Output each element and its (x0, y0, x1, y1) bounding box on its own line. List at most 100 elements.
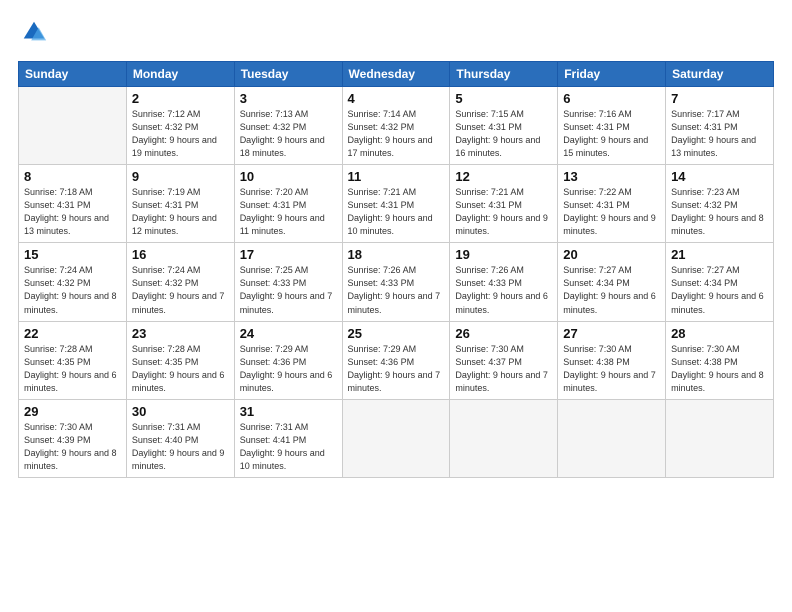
day-number: 16 (132, 247, 229, 262)
calendar-cell: 4 Sunrise: 7:14 AMSunset: 4:32 PMDayligh… (342, 87, 450, 165)
day-number: 12 (455, 169, 552, 184)
day-info: Sunrise: 7:18 AMSunset: 4:31 PMDaylight:… (24, 186, 121, 238)
calendar-cell: 29 Sunrise: 7:30 AMSunset: 4:39 PMDaylig… (19, 399, 127, 477)
logo-icon (20, 18, 48, 46)
day-info: Sunrise: 7:22 AMSunset: 4:31 PMDaylight:… (563, 186, 660, 238)
calendar-cell: 26 Sunrise: 7:30 AMSunset: 4:37 PMDaylig… (450, 321, 558, 399)
calendar-cell: 19 Sunrise: 7:26 AMSunset: 4:33 PMDaylig… (450, 243, 558, 321)
weekday-header-thursday: Thursday (450, 62, 558, 87)
page: SundayMondayTuesdayWednesdayThursdayFrid… (0, 0, 792, 612)
day-number: 4 (348, 91, 445, 106)
day-info: Sunrise: 7:17 AMSunset: 4:31 PMDaylight:… (671, 108, 768, 160)
day-info: Sunrise: 7:21 AMSunset: 4:31 PMDaylight:… (455, 186, 552, 238)
calendar-cell: 25 Sunrise: 7:29 AMSunset: 4:36 PMDaylig… (342, 321, 450, 399)
calendar-cell: 21 Sunrise: 7:27 AMSunset: 4:34 PMDaylig… (666, 243, 774, 321)
day-info: Sunrise: 7:31 AMSunset: 4:41 PMDaylight:… (240, 421, 337, 473)
day-info: Sunrise: 7:12 AMSunset: 4:32 PMDaylight:… (132, 108, 229, 160)
weekday-header-monday: Monday (126, 62, 234, 87)
weekday-header-saturday: Saturday (666, 62, 774, 87)
calendar-cell: 23 Sunrise: 7:28 AMSunset: 4:35 PMDaylig… (126, 321, 234, 399)
day-info: Sunrise: 7:24 AMSunset: 4:32 PMDaylight:… (24, 264, 121, 316)
calendar-cell: 17 Sunrise: 7:25 AMSunset: 4:33 PMDaylig… (234, 243, 342, 321)
day-info: Sunrise: 7:28 AMSunset: 4:35 PMDaylight:… (132, 343, 229, 395)
day-number: 3 (240, 91, 337, 106)
calendar-cell: 27 Sunrise: 7:30 AMSunset: 4:38 PMDaylig… (558, 321, 666, 399)
day-info: Sunrise: 7:14 AMSunset: 4:32 PMDaylight:… (348, 108, 445, 160)
calendar-week-row: 22 Sunrise: 7:28 AMSunset: 4:35 PMDaylig… (19, 321, 774, 399)
day-number: 17 (240, 247, 337, 262)
calendar-cell-empty (19, 87, 127, 165)
weekday-header-friday: Friday (558, 62, 666, 87)
calendar-cell-empty (558, 399, 666, 477)
calendar-cell: 13 Sunrise: 7:22 AMSunset: 4:31 PMDaylig… (558, 165, 666, 243)
day-info: Sunrise: 7:28 AMSunset: 4:35 PMDaylight:… (24, 343, 121, 395)
calendar-cell: 5 Sunrise: 7:15 AMSunset: 4:31 PMDayligh… (450, 87, 558, 165)
calendar-cell: 14 Sunrise: 7:23 AMSunset: 4:32 PMDaylig… (666, 165, 774, 243)
day-info: Sunrise: 7:29 AMSunset: 4:36 PMDaylight:… (240, 343, 337, 395)
day-info: Sunrise: 7:31 AMSunset: 4:40 PMDaylight:… (132, 421, 229, 473)
day-number: 28 (671, 326, 768, 341)
day-number: 5 (455, 91, 552, 106)
day-number: 13 (563, 169, 660, 184)
day-info: Sunrise: 7:30 AMSunset: 4:39 PMDaylight:… (24, 421, 121, 473)
day-number: 26 (455, 326, 552, 341)
calendar-cell-empty (666, 399, 774, 477)
day-info: Sunrise: 7:26 AMSunset: 4:33 PMDaylight:… (455, 264, 552, 316)
day-info: Sunrise: 7:24 AMSunset: 4:32 PMDaylight:… (132, 264, 229, 316)
calendar-cell: 10 Sunrise: 7:20 AMSunset: 4:31 PMDaylig… (234, 165, 342, 243)
day-number: 30 (132, 404, 229, 419)
day-info: Sunrise: 7:29 AMSunset: 4:36 PMDaylight:… (348, 343, 445, 395)
day-info: Sunrise: 7:23 AMSunset: 4:32 PMDaylight:… (671, 186, 768, 238)
calendar-cell: 24 Sunrise: 7:29 AMSunset: 4:36 PMDaylig… (234, 321, 342, 399)
day-info: Sunrise: 7:30 AMSunset: 4:38 PMDaylight:… (671, 343, 768, 395)
calendar-cell-empty (450, 399, 558, 477)
day-number: 18 (348, 247, 445, 262)
calendar-cell: 16 Sunrise: 7:24 AMSunset: 4:32 PMDaylig… (126, 243, 234, 321)
calendar-cell: 30 Sunrise: 7:31 AMSunset: 4:40 PMDaylig… (126, 399, 234, 477)
calendar-week-row: 15 Sunrise: 7:24 AMSunset: 4:32 PMDaylig… (19, 243, 774, 321)
day-number: 10 (240, 169, 337, 184)
calendar-week-row: 8 Sunrise: 7:18 AMSunset: 4:31 PMDayligh… (19, 165, 774, 243)
day-number: 15 (24, 247, 121, 262)
day-number: 23 (132, 326, 229, 341)
day-info: Sunrise: 7:16 AMSunset: 4:31 PMDaylight:… (563, 108, 660, 160)
day-number: 20 (563, 247, 660, 262)
day-number: 7 (671, 91, 768, 106)
day-number: 21 (671, 247, 768, 262)
day-info: Sunrise: 7:15 AMSunset: 4:31 PMDaylight:… (455, 108, 552, 160)
day-number: 24 (240, 326, 337, 341)
day-number: 19 (455, 247, 552, 262)
weekday-header-row: SundayMondayTuesdayWednesdayThursdayFrid… (19, 62, 774, 87)
calendar-cell: 6 Sunrise: 7:16 AMSunset: 4:31 PMDayligh… (558, 87, 666, 165)
calendar-cell: 22 Sunrise: 7:28 AMSunset: 4:35 PMDaylig… (19, 321, 127, 399)
calendar-cell-empty (342, 399, 450, 477)
day-info: Sunrise: 7:30 AMSunset: 4:38 PMDaylight:… (563, 343, 660, 395)
day-info: Sunrise: 7:27 AMSunset: 4:34 PMDaylight:… (671, 264, 768, 316)
calendar-cell: 11 Sunrise: 7:21 AMSunset: 4:31 PMDaylig… (342, 165, 450, 243)
weekday-header-tuesday: Tuesday (234, 62, 342, 87)
day-number: 6 (563, 91, 660, 106)
calendar-cell: 7 Sunrise: 7:17 AMSunset: 4:31 PMDayligh… (666, 87, 774, 165)
day-number: 2 (132, 91, 229, 106)
day-info: Sunrise: 7:20 AMSunset: 4:31 PMDaylight:… (240, 186, 337, 238)
calendar-cell: 12 Sunrise: 7:21 AMSunset: 4:31 PMDaylig… (450, 165, 558, 243)
day-number: 14 (671, 169, 768, 184)
calendar-week-row: 2 Sunrise: 7:12 AMSunset: 4:32 PMDayligh… (19, 87, 774, 165)
calendar-week-row: 29 Sunrise: 7:30 AMSunset: 4:39 PMDaylig… (19, 399, 774, 477)
day-info: Sunrise: 7:26 AMSunset: 4:33 PMDaylight:… (348, 264, 445, 316)
day-number: 9 (132, 169, 229, 184)
calendar-cell: 8 Sunrise: 7:18 AMSunset: 4:31 PMDayligh… (19, 165, 127, 243)
day-info: Sunrise: 7:13 AMSunset: 4:32 PMDaylight:… (240, 108, 337, 160)
calendar-cell: 15 Sunrise: 7:24 AMSunset: 4:32 PMDaylig… (19, 243, 127, 321)
calendar-cell: 3 Sunrise: 7:13 AMSunset: 4:32 PMDayligh… (234, 87, 342, 165)
weekday-header-sunday: Sunday (19, 62, 127, 87)
calendar-cell: 18 Sunrise: 7:26 AMSunset: 4:33 PMDaylig… (342, 243, 450, 321)
header-row (18, 18, 774, 51)
day-info: Sunrise: 7:25 AMSunset: 4:33 PMDaylight:… (240, 264, 337, 316)
calendar-cell: 20 Sunrise: 7:27 AMSunset: 4:34 PMDaylig… (558, 243, 666, 321)
calendar-table: SundayMondayTuesdayWednesdayThursdayFrid… (18, 61, 774, 478)
day-number: 31 (240, 404, 337, 419)
day-number: 27 (563, 326, 660, 341)
logo (18, 18, 48, 51)
weekday-header-wednesday: Wednesday (342, 62, 450, 87)
